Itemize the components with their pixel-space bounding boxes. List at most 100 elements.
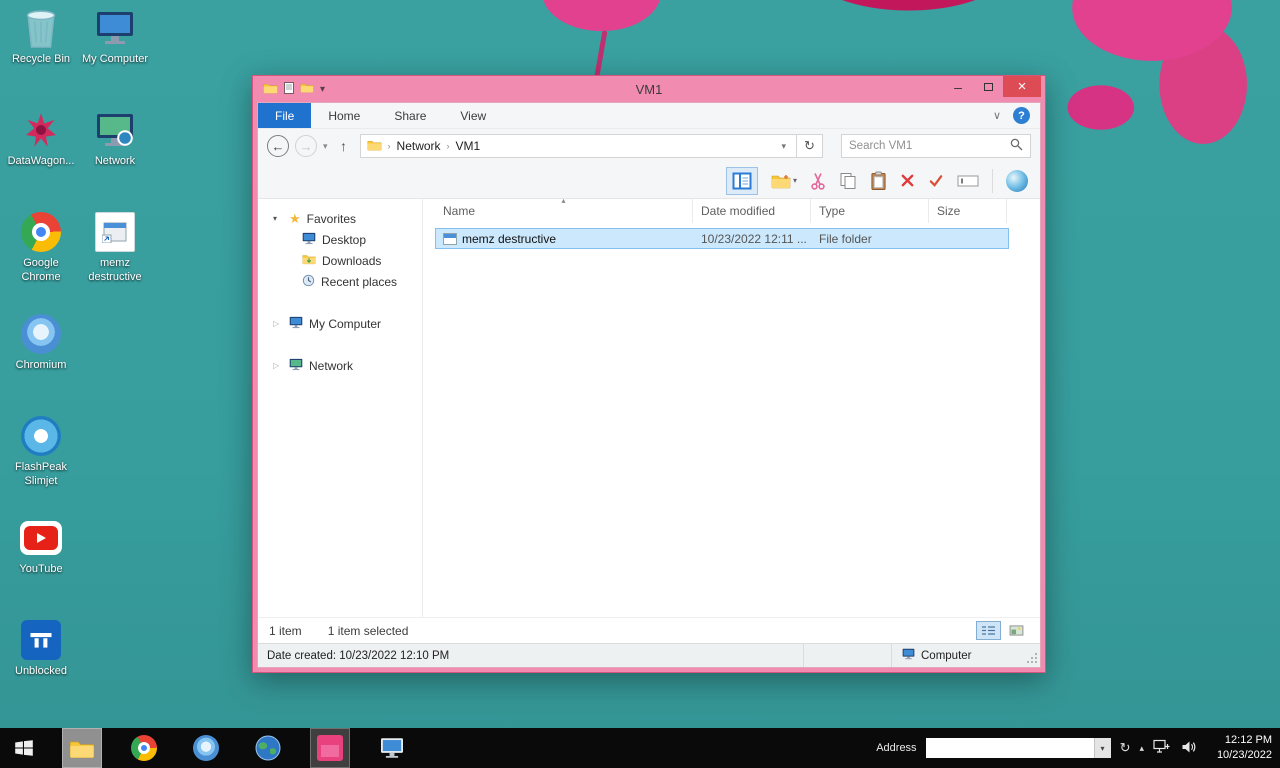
nav-my-computer[interactable]: ▷ My Computer	[258, 313, 422, 334]
address-toolbar: ← → ▾ ↑ › Network › VM1 ▾ ↻	[258, 129, 1040, 163]
column-header-label: Date modified	[701, 204, 776, 218]
new-item-chevron-icon[interactable]: ▾	[793, 176, 797, 185]
taskbar-file-explorer[interactable]	[62, 728, 102, 768]
column-header-type[interactable]: Type	[811, 199, 929, 223]
recent-places-mini-icon	[302, 274, 315, 290]
file-row-memz-destructive[interactable]: memz destructive 10/23/2022 12:11 ... Fi…	[435, 228, 1009, 249]
tab-file[interactable]: File	[258, 103, 312, 128]
refresh-button[interactable]: ↻	[797, 134, 823, 158]
breadcrumb-network[interactable]: Network	[397, 139, 441, 153]
expander-icon[interactable]: ▷	[273, 319, 283, 328]
taskbar-refresh-icon[interactable]: ↻	[1120, 740, 1131, 756]
cut-button[interactable]	[810, 167, 826, 195]
taskbar-clock[interactable]: 12:12 PM 10/23/2022	[1210, 733, 1272, 763]
desktop-icon-youtube[interactable]: YouTube	[4, 516, 78, 618]
help-button[interactable]: ?	[1013, 107, 1030, 124]
expand-ribbon-chevron-icon[interactable]: ∨	[993, 109, 1001, 122]
qat-customize-chevron-icon[interactable]: ▾	[320, 84, 325, 95]
taskbar-globe-browser[interactable]	[248, 728, 288, 768]
desktop-icon-datawagon[interactable]: DataWagon...	[4, 108, 78, 210]
memz-shortcut-icon	[93, 210, 137, 254]
icon-label: Google Chrome	[21, 257, 61, 283]
show-hidden-icons-button[interactable]: ▴	[1139, 743, 1144, 754]
nav-downloads[interactable]: Downloads	[258, 250, 422, 271]
navigation-pane: ▾ ★ Favorites Desktop Downloads Recent p…	[258, 199, 422, 617]
desktop-icon-my-computer[interactable]: My Computer	[78, 6, 152, 108]
qat-new-folder-icon[interactable]	[300, 82, 314, 96]
back-button[interactable]: ←	[267, 135, 289, 157]
title-bar[interactable]: ▾ VM1 – ×	[257, 76, 1041, 102]
unblocked-icon	[19, 618, 63, 662]
taskbar-address-input[interactable]	[925, 738, 1094, 758]
nav-favorites[interactable]: ▾ ★ Favorites	[258, 208, 422, 229]
folder-item-icon	[443, 232, 457, 245]
file-name: memz destructive	[462, 231, 557, 246]
icon-label: memz destructive	[88, 257, 142, 283]
column-header-name[interactable]: Name ▴	[435, 196, 693, 223]
taskbar-address-label: Address	[876, 742, 917, 754]
details-view-button[interactable]	[976, 621, 1001, 640]
tab-share[interactable]: Share	[377, 103, 443, 128]
column-header-date-modified[interactable]: Date modified	[693, 199, 811, 223]
shell-button[interactable]	[1006, 167, 1028, 195]
taskbar-chromium[interactable]	[186, 728, 226, 768]
desktop-icon-network[interactable]: Network	[78, 108, 152, 210]
crumb-separator-icon: ›	[446, 141, 450, 151]
start-button[interactable]	[4, 728, 44, 768]
expander-icon[interactable]: ▷	[273, 361, 283, 370]
taskbar-pink-app[interactable]	[310, 728, 350, 768]
date-created-text: Date created: 10/23/2022 12:10 PM	[267, 649, 450, 662]
search-icon[interactable]	[1010, 138, 1023, 154]
network-tray-icon[interactable]	[1153, 739, 1171, 757]
tab-view[interactable]: View	[443, 103, 503, 128]
desktop-icon-google-chrome[interactable]: Google Chrome	[4, 210, 78, 312]
taskbar-display-app[interactable]	[372, 728, 412, 768]
desktop-icon-unblocked[interactable]: Unblocked	[4, 618, 78, 720]
icon-label: DataWagon...	[7, 155, 75, 167]
desktop-icon-flashpeak-slimjet[interactable]: FlashPeak Slimjet	[4, 414, 78, 516]
file-type-cell: File folder	[819, 231, 872, 246]
rename-button[interactable]	[957, 167, 979, 195]
datawagon-flower-icon	[19, 108, 63, 152]
paste-button[interactable]	[870, 167, 887, 195]
expander-icon[interactable]: ▾	[273, 214, 283, 223]
maximize-button[interactable]	[973, 76, 1003, 97]
close-button[interactable]: ×	[1003, 76, 1041, 97]
taskbar-chrome[interactable]	[124, 728, 164, 768]
nav-desktop[interactable]: Desktop	[258, 229, 422, 250]
clock-date: 10/23/2022	[1216, 749, 1272, 761]
taskbar-address-dropdown-icon[interactable]: ▾	[1093, 738, 1111, 758]
search-box[interactable]	[841, 134, 1031, 158]
nav-recent-places[interactable]: Recent places	[258, 271, 422, 292]
desktop-icon-memz-destructive[interactable]: memz destructive	[78, 210, 152, 312]
copy-button[interactable]	[839, 167, 857, 195]
address-bar[interactable]: › Network › VM1 ▾	[359, 134, 797, 158]
confirm-button[interactable]	[928, 167, 944, 195]
search-input[interactable]	[849, 140, 1010, 152]
my-computer-icon	[93, 6, 137, 50]
chromium-icon	[19, 312, 63, 356]
location-text: Computer	[921, 649, 972, 662]
qat-properties-icon[interactable]	[284, 81, 294, 97]
minimize-button[interactable]: –	[943, 76, 973, 97]
desktop-icon-recycle-bin[interactable]: Recycle Bin	[4, 6, 78, 108]
resize-grip[interactable]	[1026, 652, 1038, 667]
volume-tray-icon[interactable]	[1180, 740, 1197, 757]
nav-network[interactable]: ▷ Network	[258, 355, 422, 376]
desktop-icon-chromium[interactable]: Chromium	[4, 312, 78, 414]
breadcrumb-vm1[interactable]: VM1	[456, 139, 481, 153]
thumbnails-view-button[interactable]	[1004, 621, 1029, 640]
change-view-button[interactable]	[725, 166, 758, 195]
icon-label: Unblocked	[15, 665, 67, 677]
file-list-area: Name ▴ Date modified Type Size memz dest…	[422, 196, 1040, 617]
new-folder-button[interactable]: ▾	[771, 167, 797, 195]
recent-locations-chevron-icon[interactable]: ▾	[323, 141, 328, 152]
address-dropdown-chevron-icon[interactable]: ▾	[777, 141, 790, 152]
tab-home[interactable]: Home	[311, 103, 377, 128]
address-bar-group: › Network › VM1 ▾ ↻	[359, 134, 823, 158]
ribbon-tab-bar: File Home Share View ∨ ?	[258, 103, 1040, 129]
delete-button[interactable]	[900, 167, 915, 195]
up-button[interactable]: ↑	[334, 138, 354, 154]
forward-button[interactable]: →	[295, 135, 317, 157]
column-header-size[interactable]: Size	[929, 199, 1007, 223]
